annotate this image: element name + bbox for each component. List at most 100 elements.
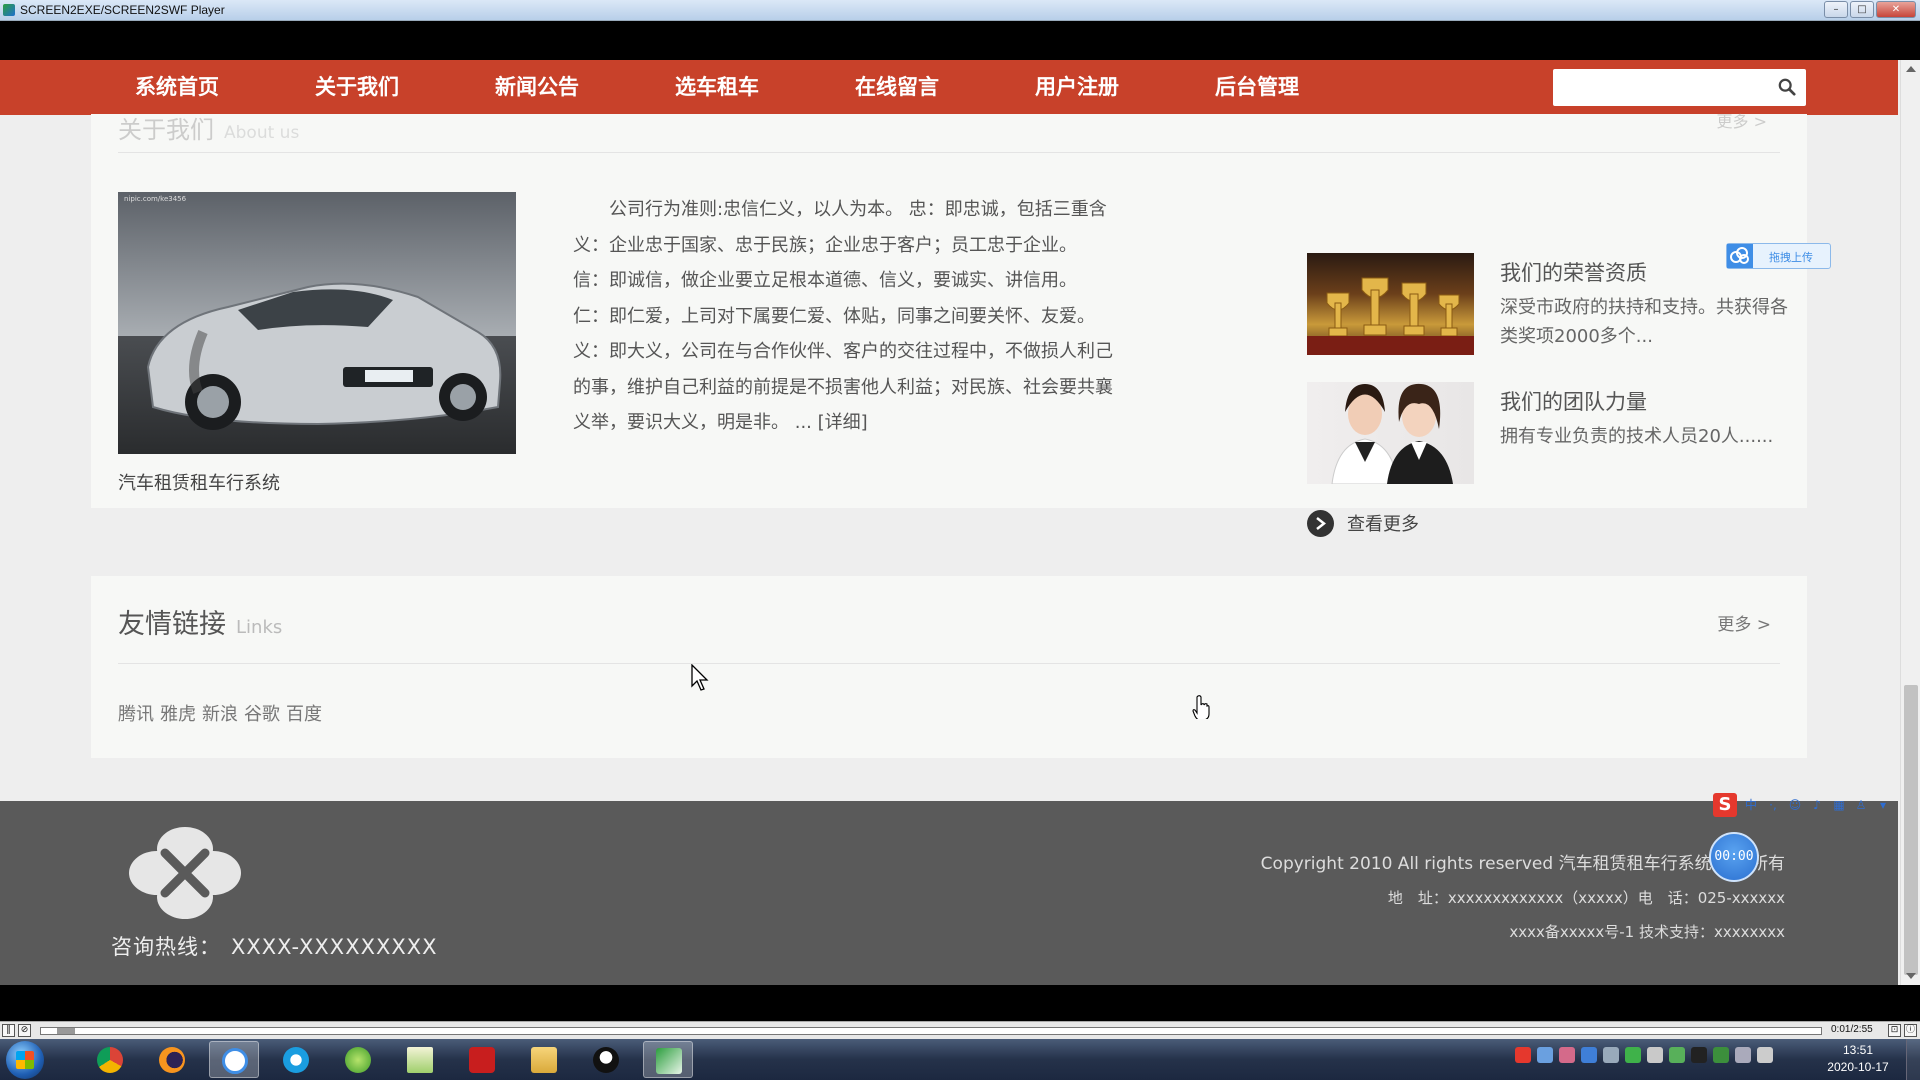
search-box: [1553, 69, 1806, 106]
nav-item-admin[interactable]: 后台管理: [1215, 60, 1395, 115]
baidu-netdisk-taskbar-button[interactable]: [209, 1041, 259, 1078]
hotline-label: 咨询热线：: [111, 935, 221, 959]
nav-menu: 系统首页 关于我们 新闻公告 选车租车 在线留言 用户注册 后台管理: [135, 60, 1395, 115]
eclipse-taskbar-button[interactable]: [147, 1041, 197, 1078]
scrollbar-thumb[interactable]: [1904, 685, 1918, 975]
close-button[interactable]: ✕: [1876, 1, 1916, 18]
taskbar-clock[interactable]: 13:51 2020-10-17: [1818, 1042, 1898, 1076]
view-more-link[interactable]: 查看更多: [1307, 509, 1419, 537]
chrome-taskbar-button[interactable]: [85, 1041, 135, 1078]
hotline: 咨询热线： XXXX-XXXXXXXXX: [111, 931, 438, 961]
car-image: nipic.com/ke3456: [118, 192, 516, 454]
team-desc: 拥有专业负责的技术人员20人......: [1500, 426, 1774, 447]
maximize-button[interactable]: □: [1850, 1, 1874, 18]
links-section: 友情链接 Links 更多 > 腾讯 雅虎 新浪 谷歌 百度: [91, 576, 1807, 758]
team-item[interactable]: 我们的团队力量 拥有专业负责的技术人员20人......: [1307, 382, 1773, 484]
tray-monitor-icon[interactable]: [1757, 1047, 1773, 1063]
recording-timer[interactable]: 00:00: [1709, 832, 1759, 882]
ime-toolbar: S 中 ·, ☺ ♪ ▦ ♙ ▾ ▤: [1713, 793, 1900, 817]
shield-icon[interactable]: [1581, 1047, 1597, 1063]
fullscreen-button[interactable]: ⊡: [1888, 1024, 1901, 1037]
about-more-link[interactable]: 更多 >: [1717, 108, 1768, 132]
hotline-number: XXXX-XXXXXXXXX: [231, 935, 438, 959]
cloud-icon: [1727, 244, 1753, 268]
nav-item-home[interactable]: 系统首页: [135, 60, 315, 115]
honor-desc: 深受市政府的扶持和支持。共获得各类奖项2000多个...: [1500, 297, 1788, 347]
tray-flower-icon[interactable]: [1559, 1047, 1575, 1063]
nav-item-news[interactable]: 新闻公告: [495, 60, 675, 115]
start-button[interactable]: [6, 1041, 44, 1079]
footer-address: 地 址：xxxxxxxxxxxxx（xxxxx）电 话：025-xxxxxx: [1387, 889, 1785, 907]
nav-item-rent-car[interactable]: 选车租车: [675, 60, 855, 115]
scroll-up-icon[interactable]: [1906, 66, 1916, 72]
seek-knob[interactable]: [57, 1028, 75, 1034]
green-app-taskbar-button[interactable]: [333, 1041, 383, 1078]
qq-browser-taskbar-button[interactable]: [271, 1041, 321, 1078]
scroll-down-icon[interactable]: [1906, 973, 1916, 979]
ime-lang-toggle[interactable]: 中: [1743, 797, 1759, 813]
footer-copyright: Copyright 2010 All rights reserved 汽车租赁租…: [1260, 854, 1785, 874]
links-heading: 友情链接 Links: [118, 602, 282, 641]
voice-icon[interactable]: ♪: [1809, 797, 1825, 813]
network-icon[interactable]: [1713, 1047, 1729, 1063]
sogou-tray-icon[interactable]: [1515, 1047, 1531, 1063]
seek-bar[interactable]: [40, 1027, 1822, 1035]
leaf-icon: [345, 1047, 371, 1073]
about-heading: 关于我们 About us: [118, 110, 299, 145]
screen2exe-taskbar-button[interactable]: [643, 1041, 693, 1078]
explorer-taskbar-button[interactable]: [519, 1041, 569, 1078]
main-nav: 系统首页 关于我们 新闻公告 选车租车 在线留言 用户注册 后台管理: [0, 60, 1898, 115]
web-page: 系统首页 关于我们 新闻公告 选车租车 在线留言 用户注册 后台管理 关于我们 A…: [0, 60, 1900, 985]
volume-icon[interactable]: [1735, 1047, 1751, 1063]
tray-window-icon[interactable]: [1603, 1047, 1619, 1063]
wechat-icon[interactable]: [1625, 1047, 1641, 1063]
nav-item-register[interactable]: 用户注册: [1035, 60, 1215, 115]
about-text: 公司行为准则:忠信仁义，以人为本。 忠：即忠诚，包括三重含义：企业忠于国家、忠于…: [573, 192, 1113, 441]
stop-button[interactable]: ⊘: [18, 1024, 31, 1037]
detail-link[interactable]: [详细]: [818, 412, 868, 433]
skin-icon[interactable]: ▾: [1875, 797, 1891, 813]
info-button[interactable]: ⓘ: [1904, 1024, 1917, 1037]
links-divider: [118, 663, 1780, 664]
tray-app-icon[interactable]: [1537, 1047, 1553, 1063]
keyboard-icon[interactable]: ▦: [1831, 797, 1847, 813]
car-caption: 汽车租赁租车行系统: [118, 473, 280, 494]
nav-item-message[interactable]: 在线留言: [855, 60, 1035, 115]
flash-taskbar-button[interactable]: [457, 1041, 507, 1078]
browser-icon: [283, 1047, 309, 1073]
link-yahoo[interactable]: 雅虎: [160, 700, 196, 726]
link-tencent[interactable]: 腾讯: [118, 700, 154, 726]
user-icon[interactable]: ♙: [1853, 797, 1869, 813]
notepad-taskbar-button[interactable]: [395, 1041, 445, 1078]
punctuation-icon[interactable]: ·,: [1765, 797, 1781, 813]
flag-icon[interactable]: [1669, 1047, 1685, 1063]
about-divider: [118, 152, 1780, 153]
tray-arrow-icon[interactable]: [1647, 1047, 1663, 1063]
team-title[interactable]: 我们的团队力量: [1500, 386, 1647, 416]
window-title: SCREEN2EXE/SCREEN2SWF Player: [20, 3, 225, 17]
link-sina[interactable]: 新浪: [202, 700, 238, 726]
link-baidu[interactable]: 百度: [286, 700, 322, 726]
minimize-button[interactable]: –: [1824, 1, 1848, 18]
link-google[interactable]: 谷歌: [244, 700, 280, 726]
emoji-icon[interactable]: ☺: [1787, 797, 1803, 813]
qq-taskbar-button[interactable]: [581, 1041, 631, 1078]
about-section: 关于我们 About us 更多 > nipic.com/ke3456 汽车租赁…: [91, 112, 1807, 537]
honor-title[interactable]: 我们的荣誉资质: [1500, 257, 1647, 287]
drag-upload-label: 拖拽上传: [1769, 251, 1813, 264]
search-icon[interactable]: [1778, 78, 1796, 96]
pause-button[interactable]: ‖: [2, 1024, 15, 1037]
drag-upload-button[interactable]: 拖拽上传: [1726, 243, 1831, 269]
search-input[interactable]: [1553, 69, 1763, 106]
windows-logo-icon: [16, 1051, 34, 1069]
flash-icon: [469, 1047, 495, 1073]
nav-item-about[interactable]: 关于我们: [315, 60, 495, 115]
taskbar-apps: [85, 1041, 693, 1078]
vertical-scrollbar[interactable]: [1900, 60, 1920, 985]
honor-item[interactable]: 我们的荣誉资质 深受市政府的扶持和支持。共获得各类奖项2000多个...: [1307, 253, 1788, 355]
sogou-ime-icon[interactable]: S: [1713, 793, 1737, 817]
show-desktop-button[interactable]: [1906, 1039, 1920, 1080]
links-more-link[interactable]: 更多 >: [1717, 610, 1771, 635]
tray-qq-icon[interactable]: [1691, 1047, 1707, 1063]
about-heading-en: About us: [224, 123, 300, 143]
